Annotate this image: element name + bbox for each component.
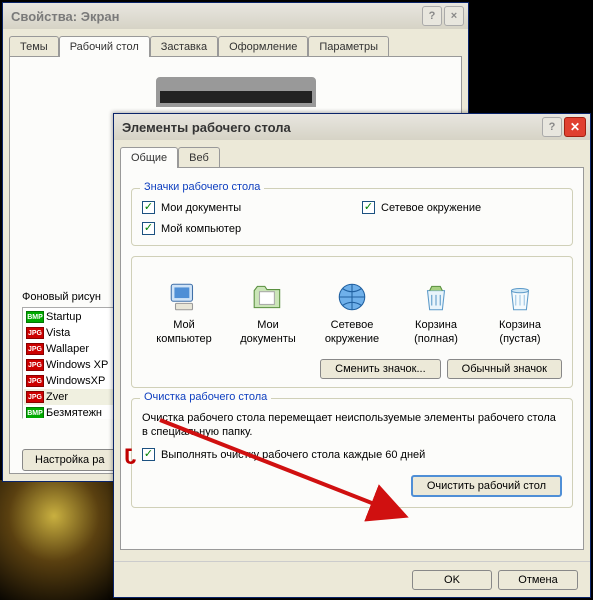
checkbox-label: Сетевое окружение — [381, 202, 481, 214]
jpg-icon: JPG — [26, 375, 44, 387]
window-title: Свойства: Экран — [7, 9, 420, 24]
tab-general[interactable]: Общие — [120, 147, 178, 168]
recycle-empty-icon — [502, 279, 538, 315]
cancel-button[interactable]: Отмена — [498, 570, 578, 590]
list-item-label: Безмятежн — [46, 407, 102, 419]
icon-cell-my-computer[interactable]: Мой компьютер — [147, 279, 221, 347]
list-item-label: Wallaper — [46, 343, 89, 355]
tab-appearance[interactable]: Оформление — [218, 36, 308, 57]
bmp-icon: BMP — [26, 407, 44, 419]
checkbox-label: Выполнять очистку рабочего стола каждые … — [161, 449, 425, 461]
cleanup-description: Очистка рабочего стола перемещает неиспо… — [142, 411, 562, 441]
icon-cell-my-documents[interactable]: Мои документы — [231, 279, 305, 347]
ok-button[interactable]: OK — [412, 570, 492, 590]
help-button[interactable]: ? — [542, 117, 562, 137]
change-icon-button[interactable]: Сменить значок... — [320, 359, 441, 379]
list-item-label: Zver — [46, 391, 68, 403]
icon-label: Корзина (пустая) — [483, 319, 557, 347]
icon-picker-group: Мой компьютер Мои документы Сетевое окру… — [131, 256, 573, 388]
list-item-label: Vista — [46, 327, 70, 339]
dialog-footer: OK Отмена — [114, 561, 590, 597]
customize-desktop-button[interactable]: Настройка ра — [22, 449, 117, 471]
checkbox-label: Мои документы — [161, 202, 241, 214]
icon-label: Корзина (полная) — [399, 319, 473, 347]
tab-desktop[interactable]: Рабочий стол — [59, 36, 150, 57]
titlebar[interactable]: Свойства: Экран ? × — [3, 3, 468, 29]
tab-themes[interactable]: Темы — [9, 36, 59, 57]
checkbox-label: Мой компьютер — [161, 223, 241, 235]
window-title: Элементы рабочего стола — [118, 120, 540, 135]
group-legend: Очистка рабочего стола — [140, 391, 271, 403]
default-icon-button[interactable]: Обычный значок — [447, 359, 562, 379]
computer-icon — [166, 279, 202, 315]
folder-icon — [250, 279, 286, 315]
recycle-full-icon — [418, 279, 454, 315]
tab-screensaver[interactable]: Заставка — [150, 36, 218, 57]
checkmark-icon: ✓ — [142, 201, 155, 214]
cleanup-desktop-button[interactable]: Очистить рабочий стол — [411, 475, 562, 497]
desktop-cleanup-group: Очистка рабочего стола Очистка рабочего … — [131, 398, 573, 509]
jpg-icon: JPG — [26, 343, 44, 355]
checkbox-my-computer[interactable]: ✓ Мой компьютер — [142, 222, 342, 235]
tab-strip: Общие Веб — [114, 140, 590, 167]
checkmark-icon: ✓ — [142, 222, 155, 235]
checkmark-icon: ✓ — [142, 448, 155, 461]
jpg-icon: JPG — [26, 391, 44, 403]
jpg-icon: JPG — [26, 359, 44, 371]
checkmark-icon: ✓ — [362, 201, 375, 214]
close-button[interactable]: ✕ — [564, 117, 586, 137]
close-button[interactable]: × — [444, 6, 464, 26]
bmp-icon: BMP — [26, 311, 44, 323]
tab-strip: Темы Рабочий стол Заставка Оформление Па… — [3, 29, 468, 56]
tab-web[interactable]: Веб — [178, 147, 220, 168]
icon-label: Мои документы — [231, 319, 305, 347]
checkbox-my-documents[interactable]: ✓ Мои документы — [142, 201, 342, 214]
icon-cell-recycle-empty[interactable]: Корзина (пустая) — [483, 279, 557, 347]
icon-label: Мой компьютер — [147, 319, 221, 347]
preview-monitor — [156, 77, 316, 107]
group-legend: Значки рабочего стола — [140, 181, 264, 193]
list-item-label: Startup — [46, 311, 81, 323]
checkbox-network-places[interactable]: ✓ Сетевое окружение — [362, 201, 562, 214]
help-button[interactable]: ? — [422, 6, 442, 26]
desktop-items-window: Элементы рабочего стола ? ✕ Общие Веб Зн… — [113, 113, 591, 598]
titlebar[interactable]: Элементы рабочего стола ? ✕ — [114, 114, 590, 140]
tab-body: Значки рабочего стола ✓ Мои документы ✓ … — [120, 167, 584, 550]
list-item-label: WindowsXP — [46, 375, 105, 387]
desktop-icons-group: Значки рабочего стола ✓ Мои документы ✓ … — [131, 188, 573, 246]
tab-settings[interactable]: Параметры — [308, 36, 389, 57]
icon-cell-recycle-full[interactable]: Корзина (полная) — [399, 279, 473, 347]
icon-cell-network[interactable]: Сетевое окружение — [315, 279, 389, 347]
network-icon — [334, 279, 370, 315]
jpg-icon: JPG — [26, 327, 44, 339]
icon-row: Мой компьютер Мои документы Сетевое окру… — [142, 269, 562, 351]
checkbox-run-cleanup-60-days[interactable]: ✓ Выполнять очистку рабочего стола кажды… — [142, 448, 562, 461]
icon-label: Сетевое окружение — [315, 319, 389, 347]
list-item-label: Windows XP — [46, 359, 108, 371]
background-list-label: Фоновый рисун — [22, 291, 101, 303]
